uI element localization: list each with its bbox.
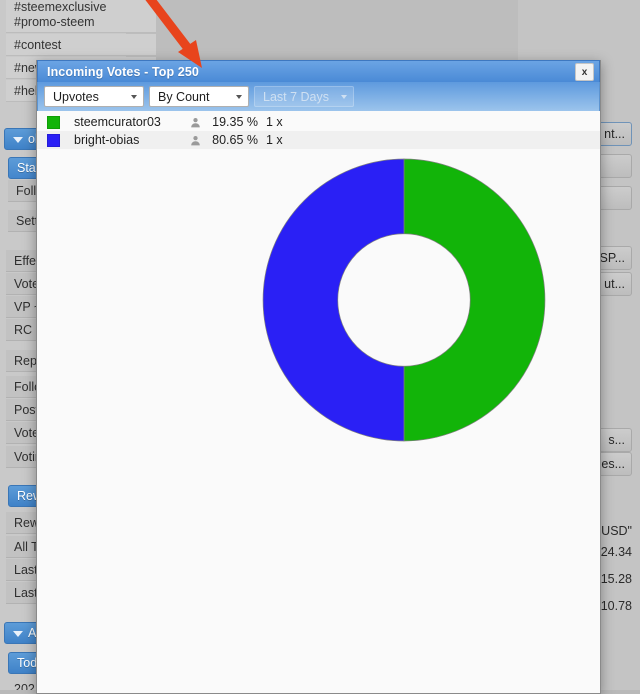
donut-chart[interactable] <box>259 155 549 450</box>
legend-percent: 19.35 % <box>212 115 258 129</box>
chevron-down-icon <box>131 94 137 99</box>
chevron-down-icon <box>236 94 242 99</box>
donut-slice[interactable] <box>262 158 404 442</box>
sort-mode-value: By Count <box>158 89 210 104</box>
vote-type-value: Upvotes <box>53 89 99 104</box>
vote-type-dropdown[interactable]: Upvotes <box>44 86 144 107</box>
close-icon[interactable]: x <box>575 63 594 81</box>
time-range-dropdown: Last 7 Days <box>254 86 354 107</box>
chart-legend: steemcurator03 19.35 % 1 x bright-obias … <box>37 111 600 149</box>
legend-percent: 80.65 % <box>212 133 258 147</box>
tag-item-2[interactable]: #contest <box>6 34 156 56</box>
tag-item-1[interactable]: #promo-steem <box>6 11 156 33</box>
dialog-title: Incoming Votes - Top 250 <box>47 64 199 79</box>
list-item[interactable]: steemcurator03 19.35 % 1 x <box>37 113 600 131</box>
legend-label: bright-obias <box>74 133 140 147</box>
chevron-down-icon <box>13 630 23 637</box>
legend-count: 1 x <box>266 115 283 129</box>
donut-chart-svg <box>262 158 545 442</box>
chevron-down-icon <box>341 94 347 99</box>
user-icon <box>184 135 206 146</box>
donut-slices <box>262 158 545 442</box>
chart-area <box>37 149 600 649</box>
time-range-value: Last 7 Days <box>263 89 330 104</box>
donut-slice[interactable] <box>403 158 545 442</box>
legend-color-swatch <box>47 115 60 129</box>
dialog-titlebar[interactable]: Incoming Votes - Top 250 x <box>37 60 600 82</box>
user-icon <box>184 117 206 128</box>
sort-mode-dropdown[interactable]: By Count <box>149 86 249 107</box>
dialog-filter-toolbar: Upvotes By Count Last 7 Days <box>37 82 600 111</box>
chevron-down-icon <box>13 136 23 143</box>
list-item[interactable]: bright-obias 80.65 % 1 x <box>37 131 600 149</box>
legend-color-swatch <box>47 133 60 147</box>
incoming-votes-dialog: Incoming Votes - Top 250 x Upvotes By Co… <box>36 60 601 694</box>
legend-count: 1 x <box>266 133 283 147</box>
legend-label: steemcurator03 <box>74 115 161 129</box>
